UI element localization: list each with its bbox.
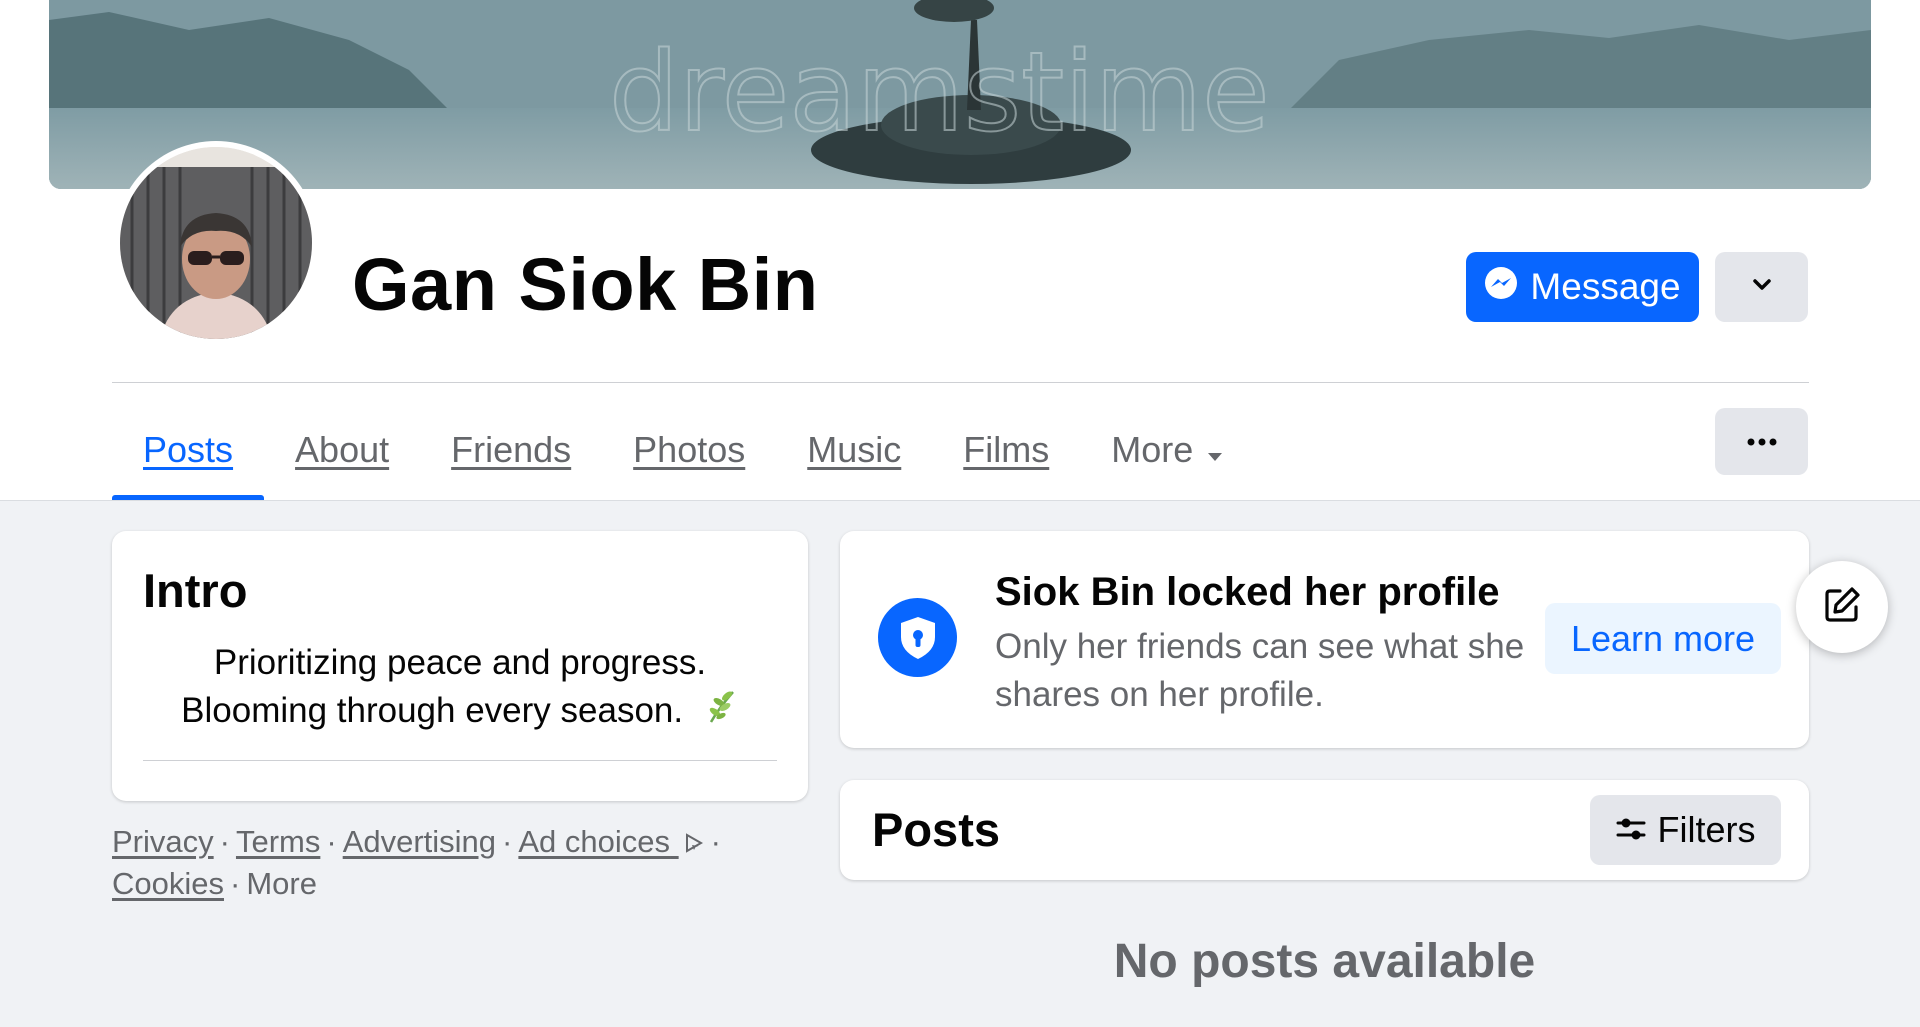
footer-links: Privacy · Terms · Advertising · Ad choices · Co… — [112, 822, 772, 904]
footer-link-privacy[interactable]: Privacy — [112, 824, 214, 859]
tab-films[interactable]: Films — [932, 400, 1080, 500]
bio-line-2: Blooming through every season. — [132, 687, 788, 737]
profile-header: dreamstime Gan Siok Bin Message Posts Ab… — [0, 0, 1920, 501]
sliders-icon — [1616, 809, 1646, 851]
footer-separator: · — [502, 824, 513, 859]
footer-link-terms[interactable]: Terms — [236, 824, 320, 859]
edit-icon — [1822, 585, 1862, 630]
messenger-icon — [1484, 266, 1518, 309]
footer-separator: · — [219, 824, 230, 859]
cover-photo[interactable]: dreamstime — [49, 0, 1871, 189]
edit-floating-button[interactable] — [1796, 561, 1888, 653]
message-label: Message — [1530, 266, 1681, 307]
bio-line-2-text: Blooming through every season. — [181, 691, 684, 730]
tab-more[interactable]: More — [1080, 400, 1254, 500]
filters-label: Filters — [1657, 809, 1756, 850]
learn-more-button[interactable]: Learn more — [1545, 603, 1781, 674]
intro-bio: Prioritizing peace and progress. Bloomin… — [132, 639, 788, 737]
footer-separator: · — [710, 824, 721, 859]
footer-separator: · — [230, 865, 241, 901]
locked-profile-card: Siok Bin locked her profile Only her fri… — [840, 531, 1809, 748]
filters-button[interactable]: Filters — [1590, 795, 1781, 865]
caret-down-icon — [1207, 429, 1223, 471]
intro-divider — [143, 760, 777, 761]
tab-more-label: More — [1111, 429, 1194, 470]
shield-lock-icon — [878, 598, 957, 677]
footer-link-cookies[interactable]: Cookies — [112, 866, 224, 901]
ellipsis-icon — [1747, 433, 1777, 451]
footer-separator: · — [326, 824, 337, 859]
tab-friends[interactable]: Friends — [420, 400, 602, 500]
chevron-down-icon — [1752, 278, 1772, 296]
no-posts-message: No posts available — [1113, 935, 1536, 988]
posts-title: Posts — [872, 803, 1000, 856]
avatar — [120, 147, 312, 339]
footer-more[interactable]: More — [246, 866, 317, 901]
herb-icon — [705, 688, 739, 737]
tab-music[interactable]: Music — [776, 400, 932, 500]
ad-choices-label: Ad choices — [518, 824, 671, 859]
header-divider — [112, 382, 1809, 383]
profile-name: Gan Siok Bin — [352, 243, 819, 326]
message-button[interactable]: Message — [1466, 252, 1699, 322]
cover-image: dreamstime — [49, 0, 1871, 189]
bio-line-1: Prioritizing peace and progress. — [213, 643, 707, 682]
intro-title: Intro — [143, 564, 248, 617]
intro-card: Intro Prioritizing peace and progress. B… — [112, 531, 808, 801]
ad-choices-icon — [683, 824, 705, 864]
locked-description: Only her friends can see what she shares… — [995, 627, 1525, 714]
tab-posts[interactable]: Posts — [112, 400, 265, 500]
tab-photos[interactable]: Photos — [602, 400, 776, 500]
avatar-image — [120, 147, 312, 339]
footer-link-advertising[interactable]: Advertising — [343, 824, 496, 859]
profile-picture[interactable] — [114, 141, 318, 345]
more-options-button[interactable] — [1715, 408, 1808, 475]
profile-dropdown-button[interactable] — [1715, 252, 1808, 322]
locked-title: Siok Bin locked her profile — [995, 570, 1500, 614]
watermark-text: dreamstime — [609, 28, 1270, 156]
tab-about[interactable]: About — [264, 400, 420, 500]
footer-link-ad-choices[interactable]: Ad choices — [518, 824, 704, 859]
profile-tabs: Posts About Friends Photos Music Films M… — [112, 400, 1254, 500]
posts-card: Posts Filters — [840, 780, 1809, 880]
